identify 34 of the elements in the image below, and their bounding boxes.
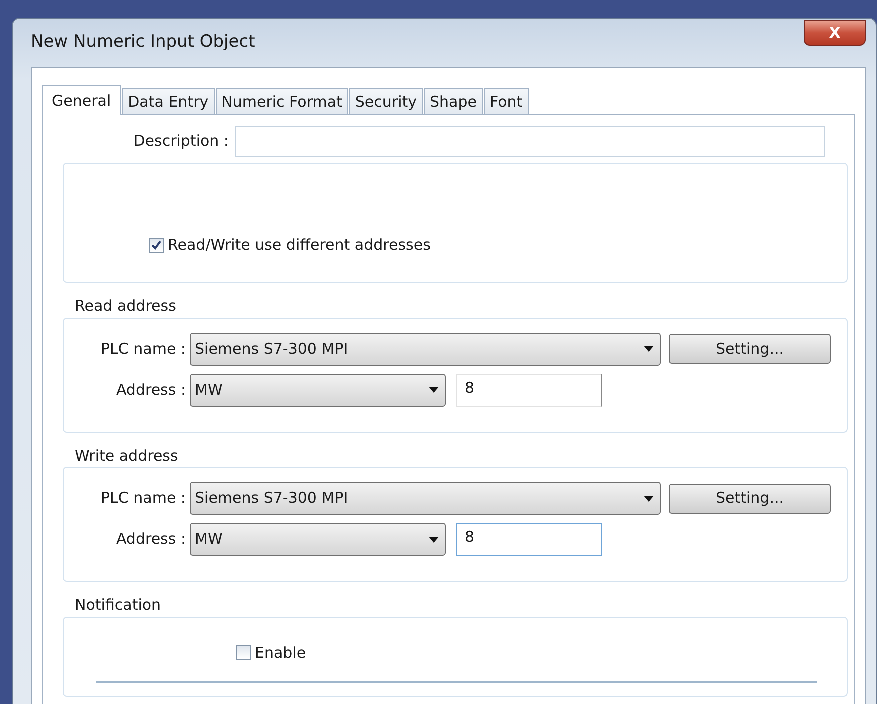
address-dropdown[interactable]: MW (190, 523, 446, 556)
setting-button[interactable]: Setting... (669, 484, 831, 514)
field-label: Description : (132, 130, 229, 152)
caret-icon (644, 496, 654, 502)
checkbox[interactable] (149, 238, 164, 253)
plc-dropdown[interactable]: Siemens S7-300 MPI (190, 332, 661, 366)
address-input[interactable]: 8 (456, 523, 602, 556)
dropdown-value: Siemens S7-300 MPI (195, 338, 348, 360)
caret-icon (644, 346, 654, 352)
dropdown-value: Siemens S7-300 MPI (195, 488, 348, 510)
field-label: Address : (115, 529, 186, 550)
field-label: PLC name : (100, 338, 186, 360)
address-dropdown[interactable]: MW (190, 374, 446, 406)
tab[interactable]: Security (349, 88, 424, 114)
caret-icon (429, 536, 439, 542)
checkbox[interactable] (236, 645, 251, 660)
tab[interactable]: Numeric Format (216, 88, 348, 114)
close-button[interactable]: X (804, 20, 866, 46)
field-label: PLC name : (100, 488, 186, 510)
setting-button[interactable]: Setting... (669, 334, 831, 364)
tab[interactable]: General (42, 85, 122, 115)
dropdown-value: MW (195, 380, 223, 401)
tab[interactable]: Data Entry (122, 88, 215, 114)
checkbox-label: Enable (255, 642, 306, 664)
description-field[interactable] (235, 126, 825, 156)
caret-icon (429, 387, 439, 393)
address-input[interactable]: 8 (456, 374, 602, 406)
dropdown-value: MW (195, 529, 223, 550)
checkbox-label: Read/Write use different addresses (168, 235, 431, 256)
tab[interactable]: Font (484, 88, 529, 114)
field-label: Address : (115, 380, 186, 401)
window-title: New Numeric Input Object (31, 31, 256, 54)
plc-dropdown[interactable]: Siemens S7-300 MPI (190, 482, 661, 515)
tab[interactable]: Shape (424, 88, 483, 114)
